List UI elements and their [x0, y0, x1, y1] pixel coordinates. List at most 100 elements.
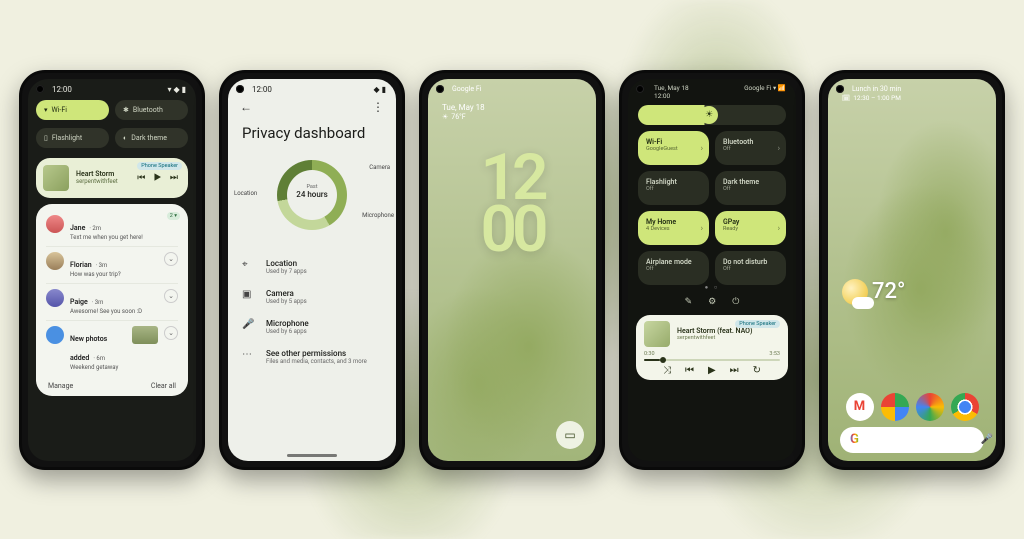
media-controls[interactable]: ⏮ ▶ ⏭: [137, 173, 181, 183]
status-time: 12:00: [252, 85, 272, 94]
at-a-glance-title[interactable]: Lunch in 30 min: [828, 79, 996, 93]
notif-time: · 6m: [93, 355, 105, 362]
google-logo-icon: G: [850, 432, 859, 447]
privacy-item-location[interactable]: ⌖ LocationUsed by 7 apps: [242, 252, 382, 282]
phone-1-notification-shade: 12:00 ▾ ◆ ▮ ▾ Wi-Fi ✱ Bluetooth ▯ Flashl…: [19, 70, 205, 470]
tile-title: Airplane mode: [646, 258, 701, 266]
gesture-bar[interactable]: [287, 454, 337, 457]
play-icon[interactable]: ▶: [708, 365, 716, 376]
media-title: Heart Storm (feat. NAO): [677, 327, 780, 335]
privacy-item-microphone[interactable]: 🎤 MicrophoneUsed by 6 apps: [242, 312, 382, 342]
notif-sender: Jane: [70, 224, 85, 232]
reply-count-chip[interactable]: 2 ▾: [167, 212, 180, 220]
tile-title: Wi-Fi: [646, 138, 701, 146]
weather-widget[interactable]: 72°: [842, 279, 905, 305]
notification-item[interactable]: New photos added · 6m Weekend getaway ⌄: [42, 321, 182, 376]
phone-5-home-screen: Lunch in 30 min 🗓12:30 – 1:00 PM 72° M G…: [819, 70, 1005, 470]
tile-sub: Off: [723, 146, 778, 152]
temperature: 72°: [872, 279, 905, 304]
privacy-item-more[interactable]: ⋯ See other permissionsFiles and media, …: [242, 342, 382, 372]
brightness-icon: ☀: [700, 106, 718, 124]
power-icon[interactable]: ⏻: [732, 297, 739, 307]
settings-icon[interactable]: ⚙: [708, 297, 716, 307]
overflow-icon[interactable]: ⋮: [372, 100, 384, 114]
item-sub: Used by 6 apps: [266, 328, 309, 335]
avatar: [46, 215, 64, 233]
media-artist: serpentwithfeet: [76, 178, 130, 185]
tile-sub: Off: [646, 186, 701, 192]
qs-tile-airplane[interactable]: Airplane modeOff: [638, 251, 709, 285]
notification-item[interactable]: 2 ▾ Jane · 2m Text me when you get here!: [42, 210, 182, 246]
tile-sub: 4 Devices: [646, 226, 701, 232]
tile-sub: Off: [723, 266, 778, 272]
app-chrome[interactable]: [951, 393, 979, 421]
status-bar: 12:00 ◆ ▮: [228, 79, 396, 96]
notif-sender: Florian: [70, 261, 92, 269]
privacy-item-camera[interactable]: ▣ CameraUsed by 5 apps: [242, 282, 382, 312]
qs-dark-theme-toggle[interactable]: ◐ Dark theme: [115, 128, 188, 148]
item-title: Location: [266, 259, 307, 268]
qs-wifi-toggle[interactable]: ▾ Wi-Fi: [36, 100, 109, 120]
notification-item[interactable]: Florian · 3m How was your trip? ⌄: [42, 247, 182, 283]
media-output-badge[interactable]: Phone Speaker: [137, 162, 182, 170]
app-gmail[interactable]: M: [846, 393, 874, 421]
seek-bar[interactable]: [644, 359, 780, 361]
tile-title: Bluetooth: [723, 138, 778, 146]
app-photos[interactable]: [916, 393, 944, 421]
qs-tile-flashlight[interactable]: FlashlightOff: [638, 171, 709, 205]
qs-tile-bluetooth[interactable]: ›BluetoothOff: [715, 131, 786, 165]
app-maps[interactable]: [881, 393, 909, 421]
flashlight-icon: ▯: [44, 134, 48, 142]
notif-body: Text me when you get here!: [70, 234, 143, 241]
expand-icon[interactable]: ⌄: [164, 252, 178, 266]
qs-tile-home[interactable]: ›My Home4 Devices: [638, 211, 709, 245]
prev-icon[interactable]: ⏮: [685, 365, 694, 376]
media-player-card[interactable]: Phone Speaker Heart Storm (feat. NAO) se…: [636, 315, 788, 380]
qs-tile-dnd[interactable]: Do not disturbOff: [715, 251, 786, 285]
wallet-fab[interactable]: ▭: [556, 421, 584, 449]
notif-time: · 2m: [89, 225, 101, 232]
edit-icon[interactable]: ✎: [685, 297, 693, 307]
phones-row: 12:00 ▾ ◆ ▮ ▾ Wi-Fi ✱ Bluetooth ▯ Flashl…: [0, 0, 1024, 539]
item-title: Microphone: [266, 319, 309, 328]
qs-flashlight-label: Flashlight: [52, 134, 82, 142]
qs-tile-gpay[interactable]: ›GPayReady: [715, 211, 786, 245]
bluetooth-icon: ✱: [123, 106, 129, 114]
next-icon[interactable]: ⏭: [730, 365, 739, 376]
donut-label-camera: Camera: [369, 164, 390, 171]
microphone-icon: 🎤: [242, 319, 256, 330]
qs-tile-wifi[interactable]: ›Wi-FiGoogleGuest: [638, 131, 709, 165]
google-search-bar[interactable]: G 🎤: [840, 427, 984, 453]
brightness-slider[interactable]: ☀: [638, 105, 786, 125]
avatar: [46, 289, 64, 307]
tile-sub: Off: [646, 266, 701, 272]
calendar-icon: 🗓: [842, 94, 850, 102]
back-icon[interactable]: ←: [240, 100, 252, 114]
media-player-card[interactable]: Phone Speaker Heart Storm serpentwithfee…: [36, 158, 188, 198]
front-camera: [36, 85, 44, 93]
search-input[interactable]: [865, 435, 975, 444]
voice-search-icon[interactable]: 🎤: [981, 434, 993, 445]
more-icon: ⋯: [242, 349, 256, 360]
status-bar: Google Fi: [428, 79, 596, 93]
notif-sub: Weekend getaway: [70, 364, 122, 371]
front-camera: [436, 85, 444, 93]
notification-panel: 2 ▾ Jane · 2m Text me when you get here!…: [36, 204, 188, 396]
cloud-icon: [852, 297, 874, 309]
tile-title: Dark theme: [723, 178, 778, 186]
clear-all-button[interactable]: Clear all: [151, 382, 176, 390]
qs-flashlight-toggle[interactable]: ▯ Flashlight: [36, 128, 109, 148]
shuffle-icon[interactable]: ⤨: [663, 365, 671, 376]
dock: M: [828, 393, 996, 421]
manage-button[interactable]: Manage: [48, 382, 73, 390]
tile-title: Flashlight: [646, 178, 701, 186]
notification-item[interactable]: Paige · 3m Awesome! See you soon :D ⌄: [42, 284, 182, 320]
media-output-badge[interactable]: Phone Speaker: [735, 320, 780, 328]
expand-icon[interactable]: ⌄: [164, 326, 178, 340]
qs-bluetooth-toggle[interactable]: ✱ Bluetooth: [115, 100, 188, 120]
repeat-icon[interactable]: ↻: [753, 365, 761, 376]
qs-tile-dark-theme[interactable]: Dark themeOff: [715, 171, 786, 205]
status-icons: ▾ ◆ ▮: [167, 85, 186, 94]
qs-dark-label: Dark theme: [131, 134, 167, 142]
expand-icon[interactable]: ⌄: [164, 289, 178, 303]
